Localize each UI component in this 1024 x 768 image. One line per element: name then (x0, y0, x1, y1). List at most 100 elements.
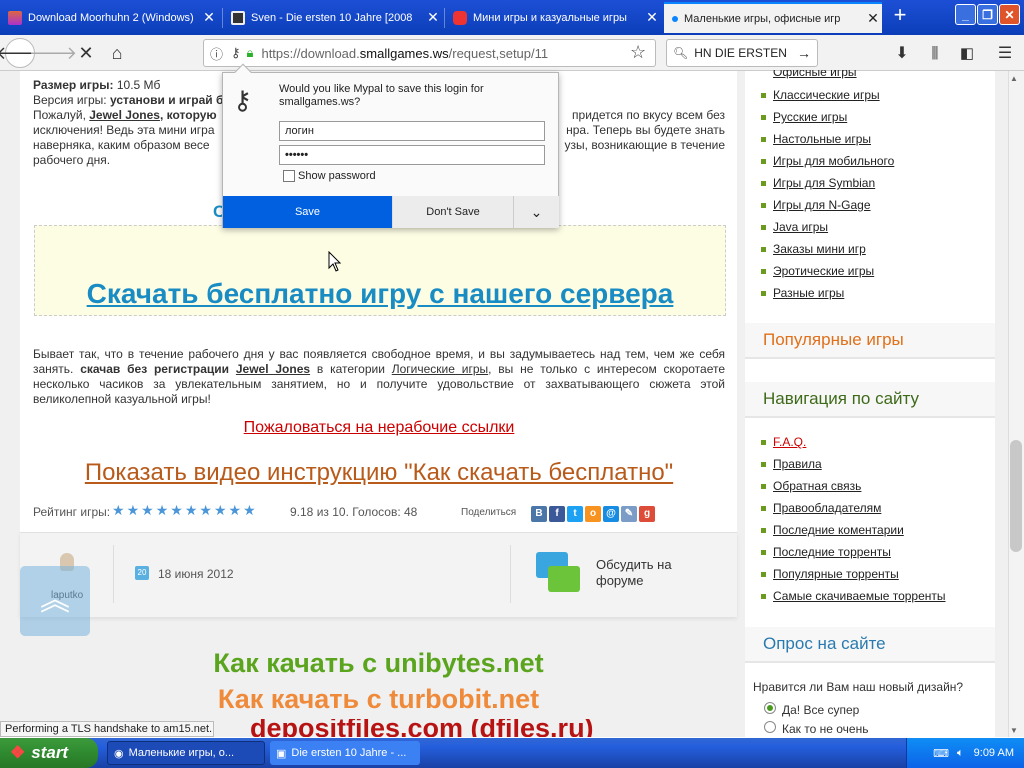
vk-icon[interactable]: B (531, 506, 547, 522)
new-tab-button[interactable]: + (888, 4, 912, 28)
rating-star-icon[interactable]: ★ (112, 502, 125, 519)
save-button[interactable]: Save (223, 196, 392, 228)
list-bullet (761, 225, 766, 230)
keyboard-icon[interactable]: ⌨ (933, 747, 949, 760)
home-button[interactable]: ⌂ (102, 38, 132, 68)
promo-turbobit[interactable]: Как качать с turbobit.net (20, 684, 737, 715)
forum-link[interactable]: Обсудить на форуме (596, 557, 696, 589)
complain-link[interactable]: Пожаловаться на нерабочие ссылки (33, 419, 725, 437)
rating-star-icon[interactable]: ★ (229, 502, 242, 519)
sidebar-category-link[interactable]: Эротические игры (773, 264, 874, 278)
book-tab-icon (231, 10, 245, 25)
go-arrow-icon[interactable]: → (797, 45, 811, 61)
close-icon[interactable]: ✕ (864, 10, 882, 27)
rating-star-icon[interactable]: ★ (243, 502, 256, 519)
rating-star-icon[interactable]: ★ (214, 502, 227, 519)
site-navigation-link[interactable]: Обратная связь (773, 479, 861, 493)
password-field[interactable]: •••••• (279, 145, 545, 165)
lock-icon: 🔒︎ (246, 45, 254, 60)
minimize-button[interactable]: _ (955, 4, 976, 25)
sidebar-category-link[interactable]: Офисные игры (773, 70, 857, 80)
tab-label: Мини игры и казуальные игры (473, 11, 627, 24)
scroll-up-icon[interactable]: ▲ (1010, 74, 1018, 83)
sidebar-category-link[interactable]: Игры для N-Gage (773, 198, 871, 212)
key-icon[interactable]: ⚷ (231, 45, 241, 61)
menu-icon[interactable]: ☰ (990, 38, 1020, 68)
tab-mini-games[interactable]: Мини игры и казуальные игры ✕ (445, 2, 661, 33)
url-bar[interactable]: ⓘ ⚷ 🔒︎ https://download. smallgames.ws/re… (203, 39, 656, 67)
scroll-to-top-button[interactable]: ︽ (20, 566, 90, 636)
sidebar-category-link[interactable]: Игры для Symbian (773, 176, 875, 190)
twitter-icon[interactable]: t (567, 506, 583, 522)
rating-star-icon[interactable]: ★ (141, 502, 154, 519)
sidebar-category-link[interactable]: Заказы мини игр (773, 242, 866, 256)
sidebar-category-link[interactable]: Настольные игры (773, 132, 871, 146)
sidebar-category-link[interactable]: Java игры (773, 220, 828, 234)
promo-unibytes[interactable]: Как качать с unibytes.net (20, 648, 737, 679)
video-instruction-link[interactable]: Показать видео инструкцию "Как скачать б… (33, 459, 725, 487)
speaker-icon[interactable]: 🔈︎ (957, 747, 964, 760)
chevron-down-icon[interactable]: ⌄ (513, 196, 559, 228)
tab-small-games[interactable]: Маленькие игры, офисные игр ✕ (664, 2, 882, 33)
site-navigation-link[interactable]: Правила (773, 457, 822, 471)
sidebar-category-link[interactable]: Игры для мобильного (773, 154, 894, 168)
facebook-icon[interactable]: f (549, 506, 565, 522)
stop-button[interactable]: ✕ (71, 38, 101, 68)
site-navigation-link[interactable]: Последние коментарии (773, 523, 904, 537)
site-navigation-link[interactable]: Самые скачиваемые торренты (773, 589, 946, 603)
rating-star-icon[interactable]: ★ (156, 502, 169, 519)
username-field[interactable]: логин (279, 121, 545, 141)
show-password-checkbox[interactable] (283, 170, 295, 182)
list-bullet (761, 93, 766, 98)
sidebar-category-link[interactable]: Классические игры (773, 88, 880, 102)
odnoklassniki-icon[interactable]: o (585, 506, 601, 522)
tab-sven[interactable]: Sven - Die ersten 10 Jahre [2008 ✕ (223, 2, 442, 33)
maximize-button[interactable]: ❐ (977, 4, 998, 25)
rating-stars[interactable]: ★ ★ ★ ★ ★ ★ ★ ★ ★ ★ (112, 502, 258, 519)
site-navigation-heading: Навигация по сайту (745, 382, 995, 418)
game-desc-line2: исключения! Ведь эта мини игра (33, 123, 215, 137)
search-input[interactable]: 🔍︎ HN DIE ERSTEN → (666, 39, 818, 67)
close-icon[interactable]: ✕ (424, 9, 442, 26)
info-icon[interactable]: ⓘ (210, 44, 223, 63)
close-icon[interactable]: ✕ (643, 9, 661, 26)
vertical-scrollbar[interactable] (1008, 71, 1024, 737)
scrollbar-thumb[interactable] (1010, 440, 1022, 552)
mouse-cursor-icon (328, 251, 342, 272)
downloads-icon[interactable]: ⬇ (887, 38, 917, 68)
rating-star-icon[interactable]: ★ (185, 502, 198, 519)
sidebar-icon[interactable]: ◧ (952, 38, 982, 68)
livejournal-icon[interactable]: ✎ (621, 506, 637, 522)
site-navigation-link[interactable]: Последние торренты (773, 545, 891, 559)
start-button[interactable]: ❖ start (0, 738, 98, 768)
poll-radio-no[interactable] (764, 721, 776, 733)
promo-depositfiles[interactable]: depositfiles.com (dfiles.ru) (250, 719, 750, 737)
site-navigation-link[interactable]: Популярные торренты (773, 567, 899, 581)
mailru-icon[interactable]: @ (603, 506, 619, 522)
taskbar-item-window[interactable]: ▣ Die ersten 10 Jahre - ... (270, 741, 420, 765)
forward-button[interactable]: 🡒 (29, 38, 77, 68)
bookmark-star-icon[interactable]: ☆ (630, 42, 646, 63)
site-navigation-link[interactable]: Правообладателям (773, 501, 881, 515)
rating-star-icon[interactable]: ★ (170, 502, 183, 519)
close-icon[interactable]: ✕ (200, 9, 218, 26)
game-desc-right1: придется по вкусу всем без (572, 108, 725, 122)
poll-radio-yes[interactable] (764, 702, 776, 714)
rating-text: 9.18 из 10. Голосов: 48 (290, 505, 418, 519)
scroll-down-icon[interactable]: ▼ (1010, 726, 1018, 735)
site-navigation-link[interactable]: F.A.Q. (773, 435, 806, 449)
url-path: /request,setup/11 (448, 45, 549, 61)
close-window-button[interactable]: ✕ (999, 4, 1020, 25)
tab-moorhuhn[interactable]: Download Moorhuhn 2 (Windows) ✕ (0, 2, 218, 33)
google-plus-icon[interactable]: g (639, 506, 655, 522)
rating-star-icon[interactable]: ★ (199, 502, 212, 519)
taskbar-item-browser-active[interactable]: ◉ Маленькие игры, о... (107, 741, 265, 765)
sidebar-category-link[interactable]: Русские игры (773, 110, 847, 124)
download-link[interactable]: Скачать бесплатно игру с нашего сервера (34, 278, 726, 310)
rating-star-icon[interactable]: ★ (127, 502, 140, 519)
tab-label: Sven - Die ersten 10 Jahre [2008 (251, 11, 413, 24)
list-bullet (761, 528, 766, 533)
dont-save-button[interactable]: Don't Save (392, 196, 513, 228)
sidebar-category-link[interactable]: Разные игры (773, 286, 844, 300)
library-icon[interactable]: ⫼ (920, 38, 950, 68)
